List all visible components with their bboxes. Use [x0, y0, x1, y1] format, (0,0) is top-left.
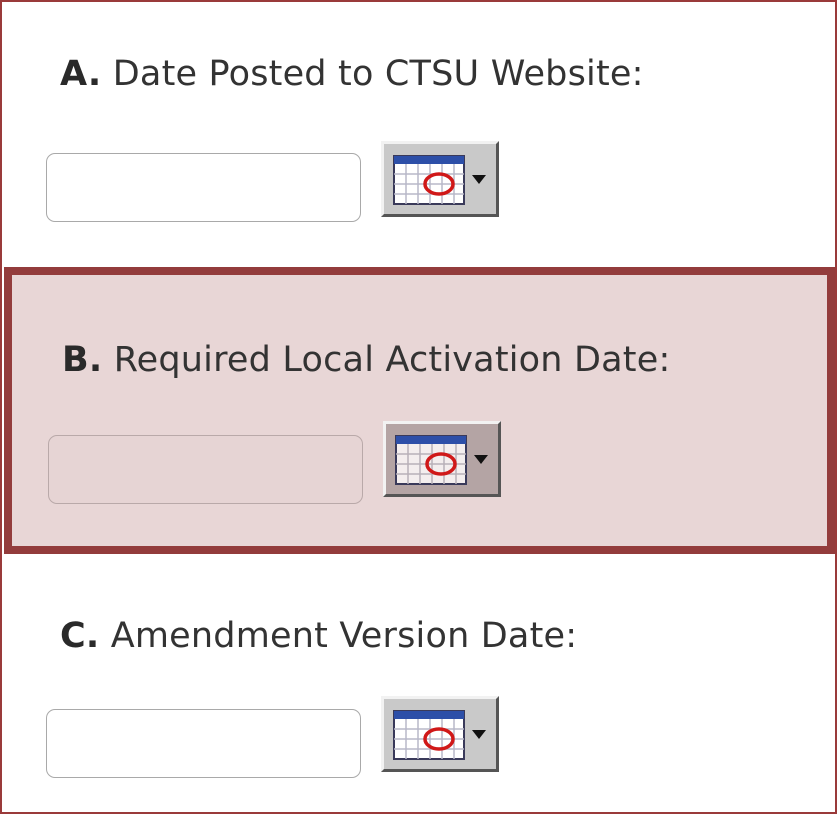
field-letter: A.	[60, 54, 102, 94]
field-date-posted: A. Date Posted to CTSU Website:	[2, 2, 835, 266]
amendment-version-date-calendar-button[interactable]	[381, 696, 499, 772]
required-activation-date-input[interactable]	[48, 435, 363, 504]
field-label-required-activation-date: B. Required Local Activation Date:	[62, 340, 670, 380]
field-label-text: Amendment Version Date:	[110, 616, 578, 656]
chevron-down-icon	[472, 730, 486, 739]
date-posted-calendar-button[interactable]	[381, 141, 499, 217]
field-label-text: Date Posted to CTSU Website:	[112, 54, 644, 94]
chevron-down-icon	[472, 175, 486, 184]
field-required-activation-date: B. Required Local Activation Date:	[4, 267, 835, 554]
field-amendment-version-date: C. Amendment Version Date:	[2, 554, 835, 812]
field-label-amendment-version-date: C. Amendment Version Date:	[60, 616, 577, 656]
field-label-date-posted: A. Date Posted to CTSU Website:	[60, 54, 644, 94]
field-letter: C.	[60, 616, 100, 656]
field-letter: B.	[62, 340, 103, 380]
date-form-panel: A. Date Posted to CTSU Website: B. Requi…	[0, 0, 837, 814]
calendar-icon	[395, 435, 467, 485]
date-posted-input[interactable]	[46, 153, 361, 222]
amendment-version-date-input[interactable]	[46, 709, 361, 778]
field-label-text: Required Local Activation Date:	[113, 340, 671, 380]
chevron-down-icon	[474, 455, 488, 464]
required-activation-date-calendar-button[interactable]	[383, 421, 501, 497]
calendar-icon	[393, 710, 465, 760]
calendar-icon	[393, 155, 465, 205]
